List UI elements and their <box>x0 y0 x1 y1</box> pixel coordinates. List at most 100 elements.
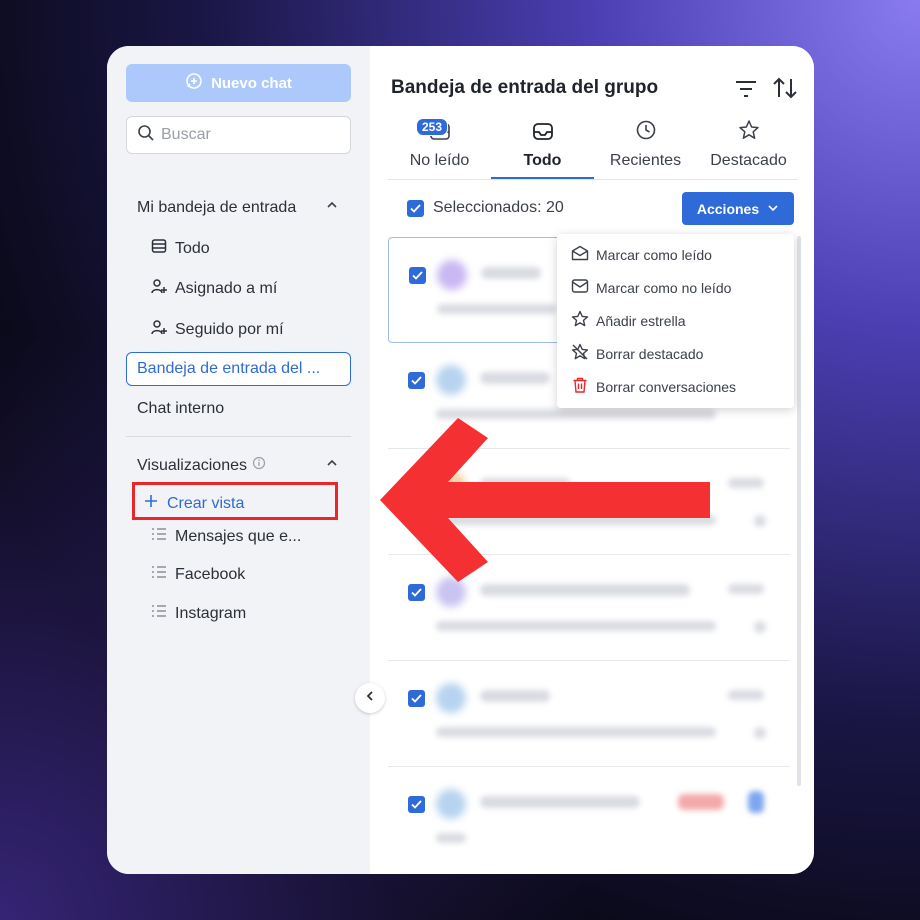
sidebar-item-followed[interactable]: Seguido por mí <box>151 319 284 340</box>
menu-item-mark-read[interactable]: Marcar como leído <box>557 238 794 271</box>
sidebar-item-internal-chat[interactable]: Chat interno <box>137 400 224 418</box>
list-bullets-icon <box>151 604 167 623</box>
search-input[interactable] <box>161 126 341 144</box>
tab-all[interactable]: Todo <box>491 116 594 180</box>
message-preview-blurred <box>436 833 466 843</box>
sidebar-item-assigned[interactable]: Asignado a mí <box>151 278 277 299</box>
message-preview-blurred <box>436 727 716 737</box>
tab-label: Recientes <box>609 152 682 169</box>
row-checkbox[interactable] <box>408 372 425 389</box>
avatar <box>436 365 466 395</box>
sidebar-item-label: Seguido por mí <box>175 320 284 338</box>
actions-label: Acciones <box>696 200 760 217</box>
sidebar-item-todo[interactable]: Todo <box>151 238 210 259</box>
sidebar-item-label: Bandeja de entrada del ... <box>137 360 321 377</box>
channel-icon-blurred <box>748 791 764 813</box>
message-preview-blurred <box>436 621 716 631</box>
avatar <box>437 260 467 290</box>
collapse-sidebar-button[interactable] <box>355 683 385 713</box>
tab-label: No leído <box>409 152 470 169</box>
actions-button[interactable]: Acciones <box>682 192 794 225</box>
selected-count: Seleccionados: 20 <box>433 199 564 216</box>
menu-item-add-star[interactable]: Añadir estrella <box>557 304 794 337</box>
tab-recent[interactable]: Recientes <box>594 116 697 180</box>
chevron-left-icon <box>364 689 376 707</box>
conversation-row[interactable] <box>388 767 790 874</box>
sidebar-item-label: Chat interno <box>137 400 225 417</box>
sort-icon[interactable] <box>772 76 798 105</box>
actions-menu: Marcar como leído Marcar como no leído A… <box>557 234 794 408</box>
sidebar-divider <box>126 436 351 437</box>
sidebar-item-group-inbox[interactable]: Bandeja de entrada del ... <box>126 352 351 386</box>
conversation-row[interactable] <box>388 661 790 767</box>
annotation-arrow-icon <box>380 418 710 582</box>
tabs-divider <box>388 179 798 180</box>
new-chat-label: Nuevo chat <box>211 74 292 92</box>
chevron-up-icon[interactable] <box>325 198 339 217</box>
new-chat-button[interactable]: Nuevo chat <box>126 64 351 102</box>
page-title: Bandeja de entrada del grupo <box>391 77 659 98</box>
chevron-up-icon[interactable] <box>325 456 339 475</box>
sidebar-item-label: Asignado a mí <box>175 279 278 297</box>
status-blurred <box>754 515 766 527</box>
row-checkbox[interactable] <box>408 690 425 707</box>
tab-label: Destacado <box>710 152 787 169</box>
contact-name-blurred <box>480 690 550 702</box>
tab-starred[interactable]: Destacado <box>697 116 800 180</box>
my-inbox-label: Mi bandeja de entrada <box>137 198 297 216</box>
highlight-box <box>132 482 338 520</box>
list-bullets-icon <box>151 527 167 546</box>
timestamp-blurred <box>728 584 764 594</box>
menu-item-label: Borrar conversaciones <box>596 378 737 395</box>
chevron-down-icon <box>767 201 779 217</box>
user-plus-icon <box>151 278 167 299</box>
views-header[interactable]: Visualizaciones <box>137 456 339 475</box>
view-item-label: Mensajes que e... <box>175 527 302 545</box>
menu-item-label: Marcar como leído <box>596 246 712 263</box>
tab-label: Todo <box>523 152 562 169</box>
filter-icon[interactable] <box>734 78 758 105</box>
menu-item-label: Marcar como no leído <box>596 279 732 296</box>
message-preview-blurred <box>437 304 557 314</box>
list-bullets-icon <box>151 565 167 584</box>
contact-name-blurred <box>481 267 541 279</box>
inbox-icon <box>532 121 554 146</box>
row-checkbox[interactable] <box>408 796 425 813</box>
list-icon <box>151 238 167 259</box>
timestamp-blurred <box>728 690 764 700</box>
status-blurred <box>754 727 766 739</box>
chat-plus-icon <box>185 72 203 94</box>
select-all-checkbox[interactable] <box>407 199 424 217</box>
user-plus-icon <box>151 319 167 340</box>
row-checkbox[interactable] <box>409 267 426 284</box>
menu-item-delete-conversations[interactable]: Borrar conversaciones <box>557 370 794 403</box>
tab-bar: No leído Todo Recientes Destacado <box>388 116 798 180</box>
status-badge-blurred <box>678 794 724 810</box>
star-icon <box>571 310 589 331</box>
timestamp-blurred <box>728 478 764 488</box>
view-item[interactable]: Instagram <box>151 604 246 623</box>
menu-item-remove-star[interactable]: Borrar destacado <box>557 337 794 370</box>
star-off-icon <box>571 343 589 364</box>
menu-item-mark-unread[interactable]: Marcar como no leído <box>557 271 794 304</box>
info-icon[interactable] <box>252 456 266 475</box>
views-label: Visualizaciones <box>137 456 247 474</box>
clock-icon <box>635 119 657 146</box>
envelope-open-icon <box>571 245 589 264</box>
avatar <box>436 789 466 819</box>
menu-item-label: Borrar destacado <box>596 345 704 362</box>
view-item-label: Instagram <box>175 604 247 622</box>
search-icon <box>137 124 155 147</box>
status-blurred <box>754 621 766 633</box>
list-scrollbar[interactable] <box>797 236 801 786</box>
trash-icon <box>571 376 589 397</box>
view-item-label: Facebook <box>175 565 246 583</box>
my-inbox-header[interactable]: Mi bandeja de entrada <box>137 198 339 217</box>
star-icon <box>738 119 760 146</box>
contact-name-blurred <box>480 796 640 808</box>
view-item[interactable]: Facebook <box>151 565 245 584</box>
search-box[interactable] <box>126 116 351 154</box>
view-item[interactable]: Mensajes que e... <box>151 527 301 546</box>
select-all-row[interactable]: Seleccionados: 20 <box>407 199 564 217</box>
envelope-icon <box>571 278 589 297</box>
